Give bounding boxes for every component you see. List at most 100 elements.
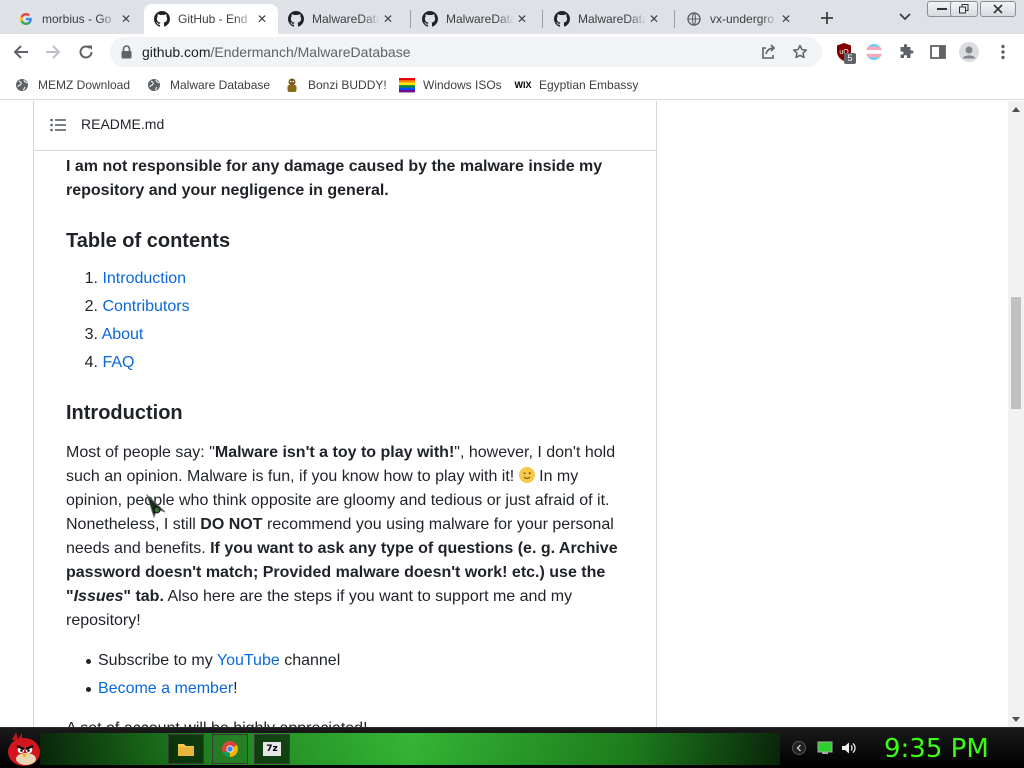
close-window-button[interactable] [980, 1, 1016, 17]
scrollbar-thumb[interactable] [1011, 297, 1021, 409]
youtube-link[interactable]: YouTube [217, 652, 280, 669]
taskbar-7zip[interactable]: 7z [254, 734, 290, 764]
intro-bold: " [66, 588, 74, 605]
volume-icon[interactable] [841, 740, 857, 756]
close-icon[interactable]: ✕ [380, 11, 396, 27]
intro-bold: " tab. [123, 588, 164, 605]
close-icon[interactable]: ✕ [646, 11, 662, 27]
url-text[interactable]: github.com/Endermanch/MalwareDatabase [142, 44, 410, 60]
lock-icon[interactable] [118, 44, 134, 60]
taskbar-green-glow [40, 733, 780, 765]
extensions-puzzle-icon[interactable] [896, 42, 916, 62]
forward-button[interactable] [38, 37, 68, 67]
bookmark-bonzi-buddy[interactable]: Bonzi BUDDY! [284, 75, 387, 95]
bullet [86, 687, 91, 692]
bookmark-label: Windows ISOs [423, 78, 502, 92]
plus-icon [821, 12, 833, 24]
tab-search-button[interactable] [893, 6, 917, 28]
intro-bold: DO NOT [200, 516, 263, 533]
tab-title: MalwareData [446, 12, 514, 26]
google-icon [18, 11, 34, 27]
close-icon[interactable]: ✕ [118, 11, 134, 27]
restore-button[interactable] [950, 1, 978, 17]
tab-title: MalwareData [578, 12, 646, 26]
bookmark-label: Egyptian Embassy [539, 78, 639, 92]
taskbar-clock[interactable]: 9:35 PM [884, 734, 989, 764]
taskbar-file-explorer[interactable] [168, 734, 204, 764]
close-icon [993, 4, 1003, 14]
scroll-down-arrow-icon[interactable] [1008, 711, 1024, 727]
toc-link-contributors[interactable]: Contributors [102, 298, 189, 315]
tab-title: vx-undergro [710, 12, 775, 26]
reload-icon [79, 45, 93, 59]
windows-flag-icon [399, 77, 415, 93]
bonzi-icon [284, 77, 300, 93]
chevron-down-icon [899, 13, 911, 21]
tab-github-endermanch[interactable]: GitHub - End ✕ [144, 4, 278, 34]
tab-divider [542, 10, 543, 28]
bookmark-windows-isos[interactable]: Windows ISOs [399, 75, 502, 95]
bookmark-label: MEMZ Download [38, 78, 131, 92]
scroll-up-arrow-icon[interactable] [1008, 101, 1024, 117]
share-icon[interactable] [758, 42, 778, 62]
close-icon[interactable]: ✕ [514, 11, 530, 27]
toc-item: 3. About [66, 323, 144, 347]
show-hidden-icons-chevron-icon[interactable] [791, 740, 807, 756]
intro-text: In my [539, 468, 579, 485]
side-panel-icon[interactable] [928, 42, 948, 62]
readme-filename[interactable]: README.md [81, 116, 164, 132]
bookmark-egyptian-embassy[interactable]: WIX Egyptian Embassy [515, 75, 639, 95]
toc-link-faq[interactable]: FAQ [102, 354, 134, 371]
tab-title: GitHub - End [178, 12, 248, 26]
toc-link-about[interactable]: About [102, 326, 144, 343]
intro-text: needs and benefits. [66, 540, 211, 557]
readme-container: README.md I am not responsible for any d… [33, 101, 657, 727]
toc-number: 3. [84, 326, 98, 343]
address-bar[interactable]: github.com/Endermanch/MalwareDatabase [110, 37, 822, 67]
reload-button[interactable] [71, 37, 101, 67]
flag-extension-icon[interactable] [864, 42, 884, 62]
tab-vx-underground[interactable]: vx-undergro ✕ [676, 4, 802, 34]
intro-text: repository! [66, 612, 141, 629]
vertical-scrollbar[interactable] [1008, 101, 1024, 727]
ublock-extension-icon[interactable]: uO 5 [834, 42, 856, 64]
bookmark-memz-download[interactable]: MEMZ Download [14, 75, 130, 95]
taskbar: 7z 9:35 PM [0, 727, 1024, 768]
globe-icon [686, 11, 702, 27]
tab-malwaredatabase-3[interactable]: MalwareData ✕ [544, 4, 670, 34]
tab-malwaredatabase-2[interactable]: MalwareData ✕ [412, 4, 538, 34]
bullet [86, 659, 91, 664]
start-button[interactable] [4, 730, 44, 768]
minimize-icon [937, 8, 947, 10]
github-icon [554, 11, 570, 27]
toc-link-introduction[interactable]: Introduction [102, 270, 186, 287]
toc-item: 1. Introduction [66, 267, 186, 291]
7zip-label: 7z [266, 744, 278, 754]
profile-avatar-icon[interactable] [959, 42, 979, 62]
globe-icon [14, 77, 30, 93]
url-path: /Endermanch/MalwareDatabase [210, 44, 411, 60]
back-button[interactable] [6, 37, 36, 67]
list-text: channel [279, 652, 341, 669]
intro-text: such an opinion. Malware is fun, if you … [66, 468, 515, 485]
tab-title: morbius - Go [42, 12, 112, 26]
bookmark-label: Malware Database [170, 78, 271, 92]
menu-kebab-icon[interactable] [993, 42, 1013, 62]
new-tab-button[interactable] [814, 5, 840, 31]
list-text: ! [233, 680, 238, 697]
list-icon[interactable] [50, 118, 66, 132]
become-member-link[interactable]: Become a member [98, 680, 233, 697]
action-center-icon[interactable] [817, 740, 833, 756]
close-icon[interactable]: ✕ [778, 11, 794, 27]
bookmark-star-icon[interactable] [790, 42, 810, 62]
tab-morbius[interactable]: morbius - Go ✕ [8, 4, 142, 34]
introduction-heading: Introduction [66, 402, 183, 424]
tab-malwaredatabase-1[interactable]: MalwareData ✕ [278, 4, 404, 34]
bookmark-malware-database[interactable]: Malware Database [146, 75, 270, 95]
github-icon [422, 11, 438, 27]
globe-icon [146, 77, 162, 93]
close-icon[interactable]: ✕ [254, 11, 270, 27]
taskbar-chrome[interactable] [212, 734, 248, 764]
toc-number: 2. [84, 298, 98, 315]
intro-text: Nonetheless, I still [66, 516, 201, 533]
